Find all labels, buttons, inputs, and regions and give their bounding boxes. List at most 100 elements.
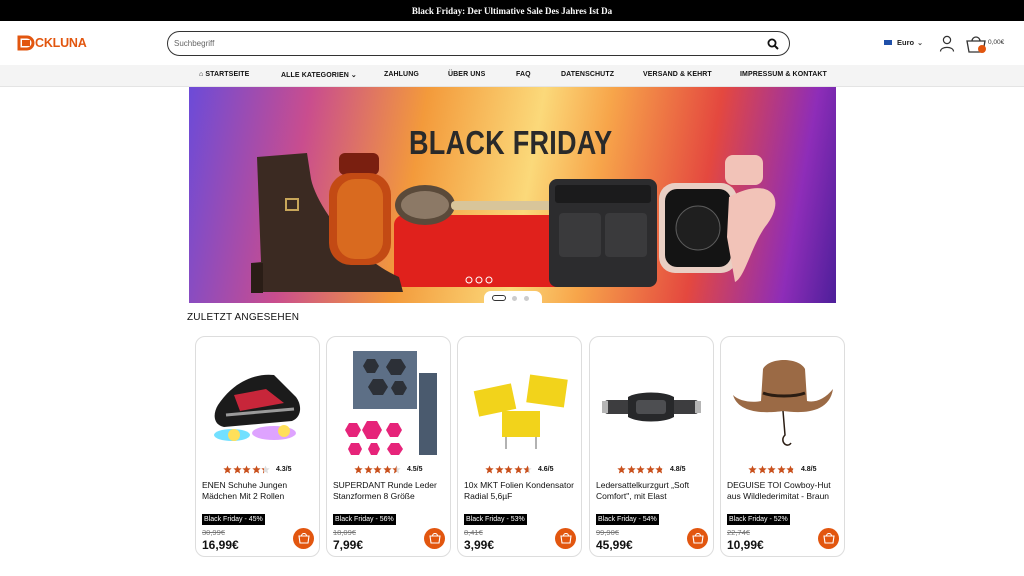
star-icon xyxy=(233,465,242,474)
product-card[interactable]: 4.6/5 10x MKT Folien Kondensator Radial … xyxy=(457,336,582,557)
cart-count-badge xyxy=(978,45,986,53)
product-image-hexagon-dies xyxy=(345,351,437,455)
add-to-cart-button[interactable] xyxy=(555,528,576,549)
hero-products-image xyxy=(251,153,776,293)
product-card[interactable]: 4.3/5 ENEN Schuhe Jungen Mädchen Mit 2 R… xyxy=(195,336,320,557)
star-icon xyxy=(373,465,383,474)
discount-badge: Black Friday - 53% xyxy=(464,514,527,525)
cart-total: 0,00€ xyxy=(988,39,1005,46)
nav-item-impressum[interactable]: IMPRESSUM & KONTAKT xyxy=(740,71,827,78)
logo[interactable]: CKLUNA xyxy=(16,33,87,53)
rating-stars xyxy=(354,465,402,474)
currency-selector[interactable]: Euro ⌄ xyxy=(884,38,923,47)
add-to-cart-button[interactable] xyxy=(687,528,708,549)
product-rating: 4.6/5 xyxy=(458,465,581,474)
discount-badge: Black Friday - 52% xyxy=(727,514,790,525)
rating-stars xyxy=(748,465,796,474)
nav-item-faq[interactable]: FAQ xyxy=(516,71,531,78)
star-icon xyxy=(655,465,665,474)
search-bar[interactable] xyxy=(167,31,790,56)
discount-badge: Black Friday - 45% xyxy=(202,514,265,525)
chevron-down-icon: ⌄ xyxy=(917,39,923,47)
logo-icon xyxy=(17,35,35,51)
price: 7,99€ xyxy=(333,538,364,552)
nav-item-datenschutz[interactable]: DATENSCHUTZ xyxy=(561,71,614,78)
star-icon xyxy=(636,465,646,474)
cart-icon xyxy=(691,533,704,544)
carousel-dot-active[interactable] xyxy=(492,295,506,301)
product-name[interactable]: SUPERDANT Runde Leder Stanzformen 8 Größ… xyxy=(333,480,446,502)
star-icon xyxy=(767,465,777,474)
product-rating: 4.8/5 xyxy=(721,465,844,474)
star-icon xyxy=(364,465,373,474)
star-icon xyxy=(523,465,533,474)
carousel-dots xyxy=(484,291,542,305)
product-card[interactable]: 4.8/5 Ledersattelkurzgurt „Soft Comfort"… xyxy=(589,336,714,557)
price: 16,99€ xyxy=(202,538,239,552)
search-icon[interactable] xyxy=(767,38,779,50)
flag-icon xyxy=(884,40,892,45)
star-icon xyxy=(242,465,252,474)
star-icon xyxy=(354,465,364,474)
carousel-dot[interactable] xyxy=(524,296,529,301)
star-icon xyxy=(758,465,767,474)
rating-value: 4.8/5 xyxy=(800,466,817,473)
site-header: CKLUNA Euro ⌄ 0,00€ xyxy=(0,21,1024,65)
main-nav: ⌂ STARTSEITE ALLE KATEGORIEN ⌄ ZAHLUNG Ü… xyxy=(0,65,1024,87)
add-to-cart-button[interactable] xyxy=(424,528,445,549)
rating-value: 4.5/5 xyxy=(406,466,423,473)
user-icon[interactable] xyxy=(939,35,955,52)
discount-badge: Black Friday - 56% xyxy=(333,514,396,525)
old-price: 18,09€ xyxy=(333,528,356,537)
star-icon xyxy=(627,465,636,474)
star-icon xyxy=(617,465,627,474)
announcement-text: Black Friday: Der Ultimative Sale Des Ja… xyxy=(411,5,613,16)
star-icon xyxy=(223,465,233,474)
product-name[interactable]: ENEN Schuhe Jungen Mädchen Mit 2 Rollen xyxy=(202,480,315,502)
add-to-cart-button[interactable] xyxy=(293,528,314,549)
star-icon xyxy=(495,465,504,474)
logo-text: CKLUNA xyxy=(35,36,87,50)
product-rating: 4.8/5 xyxy=(590,465,713,474)
nav-item-alle-kategorien[interactable]: ALLE KATEGORIEN ⌄ xyxy=(281,71,357,79)
product-image-cowboy-hat xyxy=(733,360,833,446)
product-card[interactable]: 4.8/5 DEGUISE TOI Cowboy-Hut aus Wildled… xyxy=(720,336,845,557)
product-image-capacitors xyxy=(473,374,568,449)
old-price: 99,90€ xyxy=(596,528,619,537)
price: 3,99€ xyxy=(464,538,495,552)
old-price: 30,99€ xyxy=(202,528,225,537)
rating-value: 4.3/5 xyxy=(275,466,292,473)
cart-icon xyxy=(297,533,310,544)
rating-stars xyxy=(617,465,665,474)
rating-value: 4.6/5 xyxy=(537,466,554,473)
old-price: 8,41€ xyxy=(464,528,483,537)
search-input[interactable] xyxy=(174,39,767,48)
price: 45,99€ xyxy=(596,538,633,552)
carousel-dot[interactable] xyxy=(512,296,517,301)
add-to-cart-button[interactable] xyxy=(818,528,839,549)
star-icon xyxy=(383,465,392,474)
star-icon xyxy=(786,465,796,474)
home-icon: ⌂ xyxy=(199,71,204,78)
product-card[interactable]: 4.5/5 SUPERDANT Runde Leder Stanzformen … xyxy=(326,336,451,557)
product-name[interactable]: 10x MKT Folien Kondensator Radial 5,6µF xyxy=(464,480,577,502)
old-price: 22,74€ xyxy=(727,528,750,537)
product-name[interactable]: Ledersattelkurzgurt „Soft Comfort", mit … xyxy=(596,480,709,502)
price: 10,99€ xyxy=(727,538,764,552)
nav-item-ueber-uns[interactable]: ÜBER UNS xyxy=(448,71,485,78)
star-icon xyxy=(392,465,402,474)
star-icon xyxy=(252,465,261,474)
announcement-bar: Black Friday: Der Ultimative Sale Des Ja… xyxy=(0,0,1024,21)
star-icon xyxy=(748,465,758,474)
nav-item-startseite[interactable]: ⌂ STARTSEITE xyxy=(199,71,249,78)
nav-item-zahlung[interactable]: ZAHLUNG xyxy=(384,71,419,78)
product-name[interactable]: DEGUISE TOI Cowboy-Hut aus Wildlederimit… xyxy=(727,480,840,502)
chevron-down-icon: ⌄ xyxy=(350,72,357,79)
cart-icon xyxy=(428,533,441,544)
nav-item-versand[interactable]: VERSAND & KEHRT xyxy=(643,71,712,78)
discount-badge: Black Friday - 54% xyxy=(596,514,659,525)
star-icon xyxy=(514,465,523,474)
hero-banner[interactable]: BLACK FRIDAY xyxy=(189,87,836,303)
cart-icon xyxy=(822,533,835,544)
product-rating: 4.3/5 xyxy=(196,465,319,474)
